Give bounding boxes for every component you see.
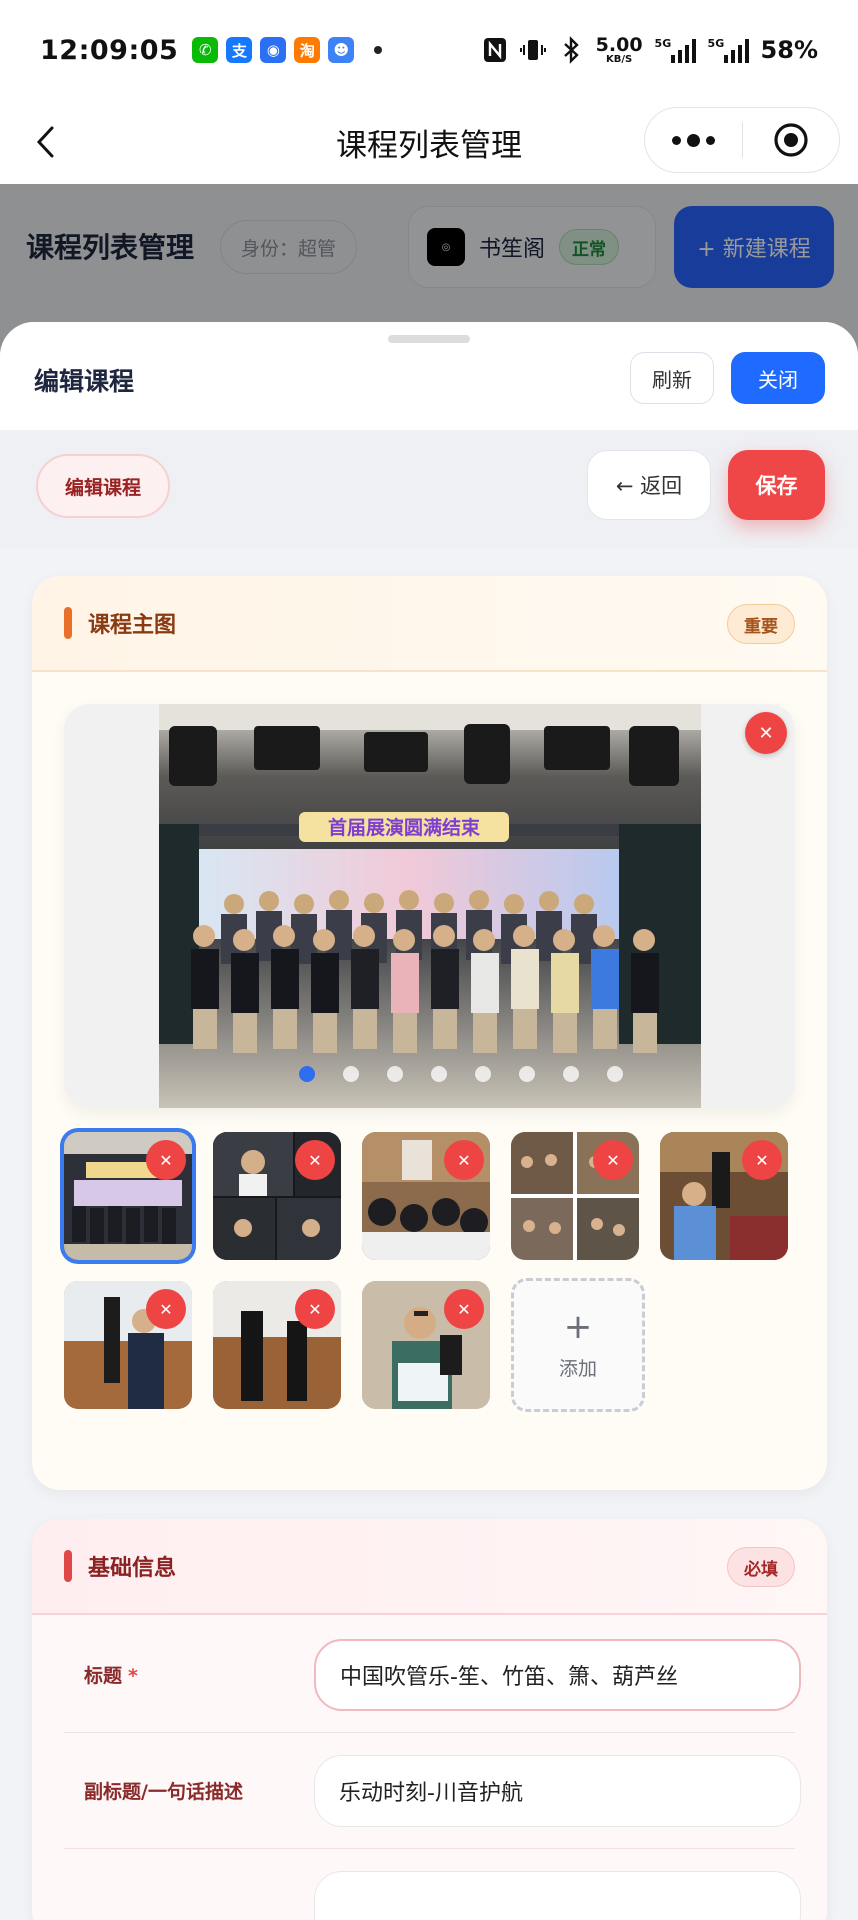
alipay-icon: 支	[226, 37, 253, 63]
subtitle-label: 副标题/一句话描述	[84, 1781, 243, 1803]
delete-image-button[interactable]: ✕	[593, 1140, 633, 1180]
plus-icon: +	[563, 1306, 593, 1347]
battery-level: 58%	[760, 36, 818, 64]
profile-app-icon: ☻	[328, 37, 355, 63]
thumb-classroom[interactable]: ✕	[362, 1132, 490, 1260]
target-icon	[774, 123, 808, 157]
pager-dot[interactable]	[431, 1066, 447, 1082]
title-input[interactable]: 中国吹管乐-笙、竹笛、箫、葫芦丝	[314, 1639, 801, 1711]
pager-dot[interactable]	[519, 1066, 535, 1082]
pager-dot[interactable]	[563, 1066, 579, 1082]
delete-main-image-button[interactable]: ✕	[745, 712, 787, 754]
main-image-card-header: 课程主图 重要	[32, 576, 827, 672]
edit-course-sheet: 编辑课程 刷新 关闭 编辑课程 ← 返回 保存 课程主图 重要 首届展演圆满结束…	[0, 322, 858, 1920]
thumb-sheng-player[interactable]: ✕	[64, 1281, 192, 1409]
sheet-header: 编辑课程 刷新 关闭	[0, 322, 858, 430]
delete-image-button[interactable]: ✕	[146, 1140, 186, 1180]
delete-image-button[interactable]: ✕	[146, 1289, 186, 1329]
main-image-carousel[interactable]: 首届展演圆满结束 ✕	[64, 704, 795, 1108]
pager-dot[interactable]	[475, 1066, 491, 1082]
signal-5g-icon: 5G	[655, 37, 696, 63]
basic-info-card-header: 基础信息 必填	[32, 1519, 827, 1615]
main-image-banner-text: 首届展演圆满结束	[328, 816, 481, 839]
bluetooth-icon	[558, 36, 584, 64]
thumb-sheng-instruments[interactable]: ✕	[213, 1281, 341, 1409]
sheet-grabber[interactable]	[388, 335, 470, 343]
basic-info-card-title: 基础信息	[88, 1556, 177, 1581]
vibrate-icon	[519, 36, 546, 64]
form-row-subtitle: 副标题/一句话描述 乐动时刻-川音护航	[64, 1733, 801, 1849]
delete-image-button[interactable]: ✕	[295, 1289, 335, 1329]
net-speed: 5.00 KB/S	[595, 33, 643, 65]
thumb-group-photo[interactable]: ✕	[64, 1132, 192, 1260]
required-asterisk: *	[128, 1665, 138, 1687]
main-image-card: 课程主图 重要 首届展演圆满结束 ✕ ✕ ✕ ✕ ✕ ✕ ✕ ✕ ✕ + 添加	[32, 576, 827, 1490]
taobao-icon: 淘	[294, 37, 321, 63]
wechat-icon: ✆	[192, 37, 219, 63]
add-image-label: 添加	[558, 1357, 597, 1380]
sheet-title: 编辑课程	[34, 367, 135, 396]
refresh-button[interactable]: 刷新	[630, 352, 714, 404]
important-badge: 重要	[727, 604, 795, 644]
main-image-card-title: 课程主图	[88, 613, 177, 638]
card-accent-bar	[64, 607, 72, 639]
more-notifications-icon	[374, 46, 383, 54]
exit-miniprogram-button[interactable]	[743, 108, 840, 172]
pager-dot[interactable]	[343, 1066, 359, 1082]
delete-image-button[interactable]: ✕	[295, 1140, 335, 1180]
status-time: 12:09:05	[40, 34, 179, 66]
more-button[interactable]	[645, 108, 742, 172]
form-row-title: 标题 * 中国吹管乐-笙、竹笛、箫、葫芦丝	[64, 1615, 801, 1733]
card-accent-bar	[64, 1550, 72, 1582]
return-button[interactable]: ← 返回	[587, 450, 711, 520]
edit-course-tag: 编辑课程	[36, 454, 170, 518]
next-field-input[interactable]	[314, 1871, 801, 1920]
subtitle-input[interactable]: 乐动时刻-川音护航	[314, 1755, 801, 1827]
nfc-icon	[482, 36, 508, 64]
pager-dot[interactable]	[387, 1066, 403, 1082]
required-badge: 必填	[727, 1547, 795, 1587]
status-bar: 12:09:05 ✆ 支 ◉ 淘 ☻ 5.00 KB/S 5G 5G 58%	[0, 0, 858, 100]
title-label: 标题 *	[84, 1665, 138, 1687]
thumb-collage-grid[interactable]: ✕	[511, 1132, 639, 1260]
carousel-pager	[299, 1066, 623, 1082]
nav-bar: 课程列表管理	[0, 100, 858, 184]
thumb-player-outdoor[interactable]: ✕	[660, 1132, 788, 1260]
miniprogram-capsule	[644, 107, 840, 173]
delete-image-button[interactable]: ✕	[444, 1289, 484, 1329]
add-image-button[interactable]: + 添加	[511, 1278, 645, 1412]
delete-image-button[interactable]: ✕	[444, 1140, 484, 1180]
main-image-photo: 首届展演圆满结束	[159, 704, 701, 1108]
signal-5g-icon-2: 5G	[708, 37, 749, 63]
pager-dot[interactable]	[607, 1066, 623, 1082]
thumb-performance-collage[interactable]: ✕	[213, 1132, 341, 1260]
save-button[interactable]: 保存	[728, 450, 825, 520]
more-dots-icon	[671, 133, 715, 147]
thumb-certificate[interactable]: ✕	[362, 1281, 490, 1409]
system-indicators: 5.00 KB/S 5G 5G 58%	[482, 33, 818, 65]
pager-dot[interactable]	[299, 1066, 315, 1082]
form-row-next	[64, 1849, 801, 1920]
notification-icons: ✆ 支 ◉ 淘 ☻	[192, 37, 383, 63]
delete-image-button[interactable]: ✕	[742, 1140, 782, 1180]
app-icon: ◉	[260, 37, 287, 63]
action-bar: 编辑课程 ← 返回 保存	[0, 430, 858, 548]
close-button[interactable]: 关闭	[731, 352, 825, 404]
basic-info-card: 基础信息 必填 标题 * 中国吹管乐-笙、竹笛、箫、葫芦丝 副标题/一句话描述 乐…	[32, 1519, 827, 1920]
